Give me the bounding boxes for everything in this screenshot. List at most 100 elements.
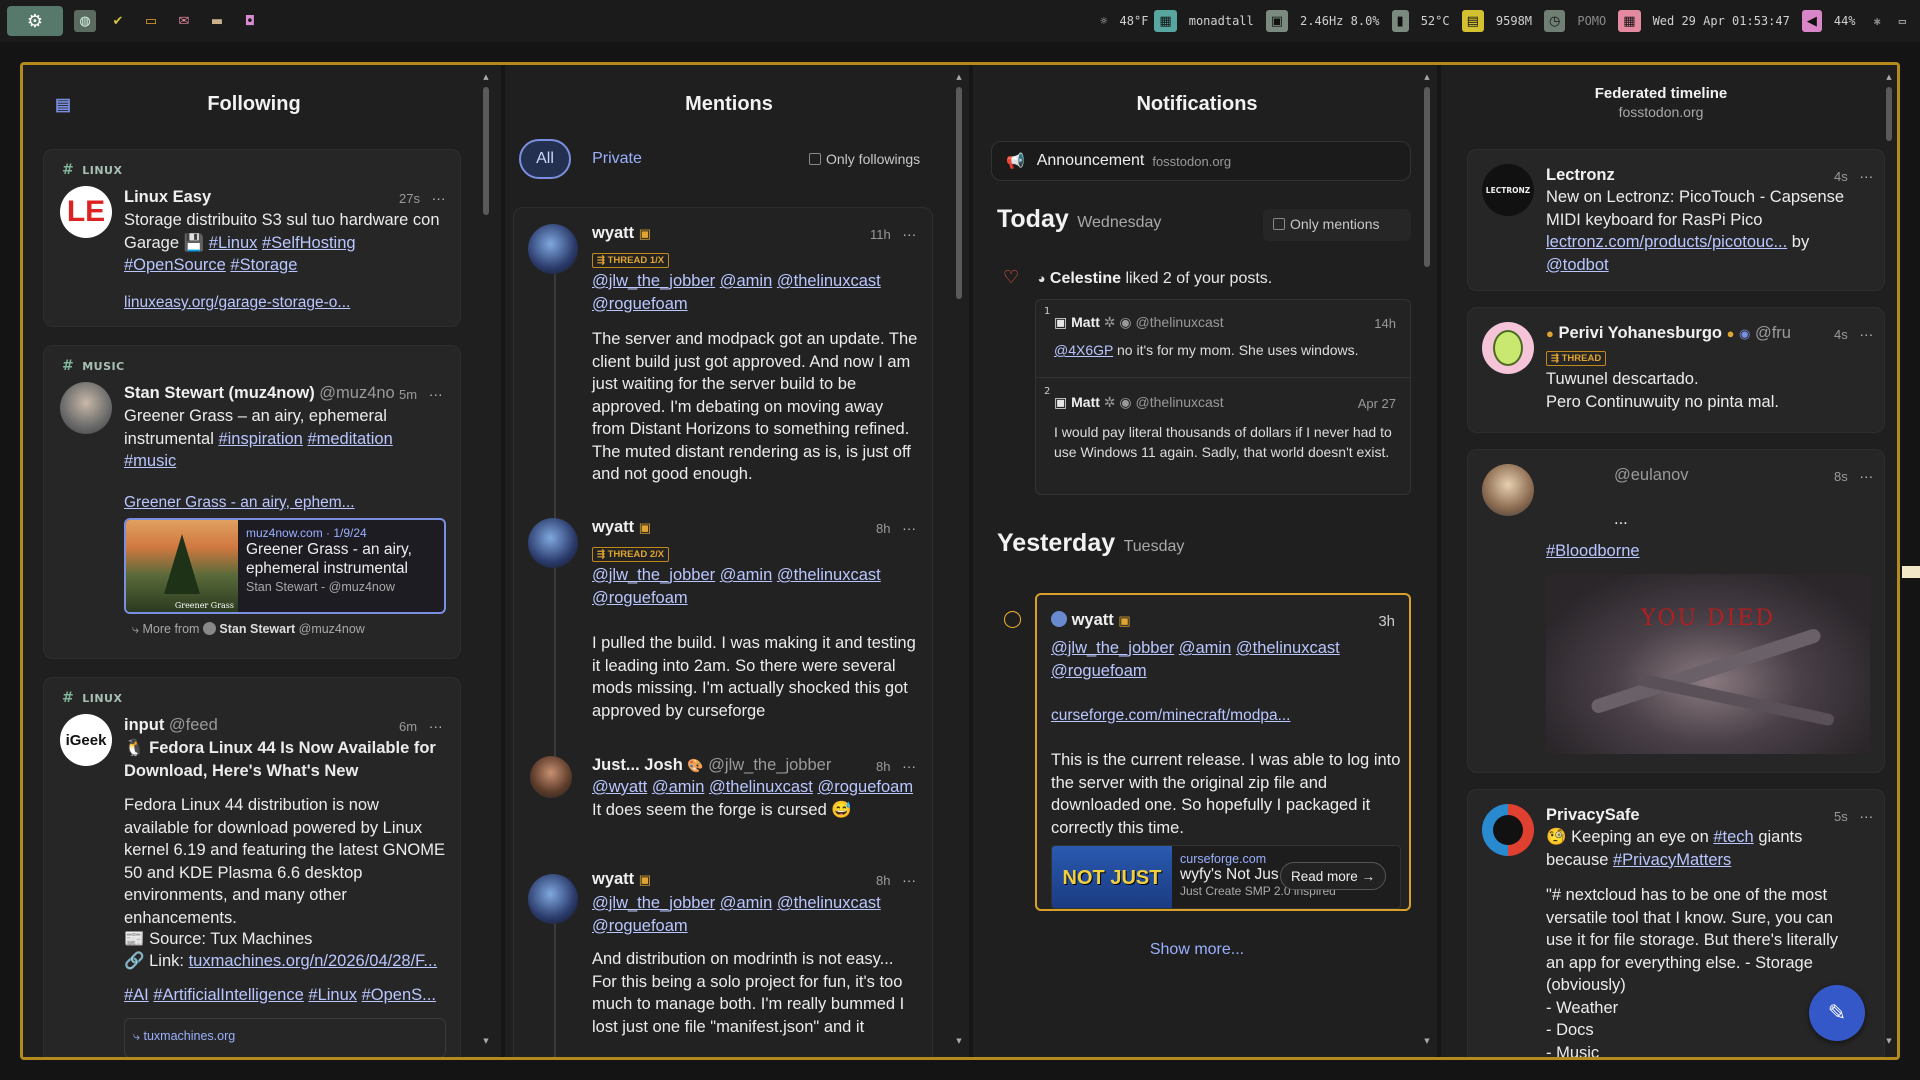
hashtag-link[interactable]: #Linux (308, 986, 357, 1004)
hashtag-link[interactable]: #AI (124, 986, 149, 1004)
mention-link[interactable]: @roguefoam (592, 917, 688, 935)
more-options-icon[interactable]: ··· (1859, 168, 1873, 184)
mention-link[interactable]: @thelinuxcast (1236, 639, 1340, 657)
only-followings-checkbox[interactable]: Only followings (809, 151, 920, 167)
mention-link[interactable]: @jlw_the_jobber (592, 566, 715, 584)
post-link[interactable]: tuxmachines.org/n/2026/04/28/F... (189, 952, 438, 970)
more-options-icon[interactable]: ··· (1859, 808, 1873, 824)
folder-icon[interactable]: ▬ (206, 10, 228, 32)
only-mentions-checkbox[interactable]: Only mentions (1263, 209, 1411, 241)
mention-link[interactable]: @jlw_the_jobber (1051, 639, 1174, 657)
avatar[interactable]: LECTRONZ (1482, 164, 1534, 216)
timer-icon[interactable]: ◷ (1544, 10, 1566, 32)
avatar[interactable] (528, 224, 578, 274)
more-options-icon[interactable]: ··· (429, 718, 443, 734)
post-card[interactable]: # LINUX LE Linux Easy 27s ··· Storage di… (43, 149, 461, 327)
tray-icon[interactable]: ▭ (1893, 14, 1912, 28)
liked-post[interactable]: 1 ▣ Matt ✲ ◉ @thelinuxcast 14h @4X6GP no… (1036, 300, 1410, 378)
avatar[interactable] (1482, 804, 1534, 856)
scrollbar[interactable]: ▲ ▼ (482, 73, 490, 1049)
avatar[interactable] (528, 874, 578, 924)
show-more-button[interactable]: Show more... (973, 941, 1421, 959)
mention-link[interactable]: @amin (1179, 639, 1232, 657)
pomo-label[interactable]: POMO (1571, 14, 1612, 28)
hashtag-link[interactable]: #OpenS... (362, 986, 436, 1004)
post-image[interactable]: YOU DIED (1546, 574, 1870, 754)
avatar[interactable] (1482, 322, 1534, 374)
hashtag-link[interactable]: #music (124, 452, 176, 470)
avatar[interactable] (1482, 464, 1534, 516)
more-options-icon[interactable]: ··· (902, 520, 916, 536)
thread-badge[interactable]: ⇶ THREAD 1/X (592, 253, 670, 268)
hashtag-link[interactable]: #Bloodborne (1546, 542, 1640, 560)
post-card[interactable]: # MUSIC Stan Stewart (muz4now) @muz4no 5… (43, 345, 461, 659)
hashtag-link[interactable]: #Linux (209, 234, 258, 252)
author-name[interactable]: wyatt (592, 224, 634, 242)
hashtag-link[interactable]: #SelfHosting (262, 234, 356, 252)
more-options-icon[interactable]: ··· (902, 758, 916, 774)
post-link[interactable]: curseforge.com/minecraft/modpa... (1051, 707, 1291, 724)
hashtag-link[interactable]: #ArtificialIntelligence (153, 986, 303, 1004)
tab-private[interactable]: Private (581, 139, 653, 179)
like-notification[interactable]: ♡ ◕ Celestine liked 2 of your posts. (1003, 267, 1272, 288)
mention-link[interactable]: @jlw_the_jobber (592, 894, 715, 912)
author-name[interactable]: Lectronz (1546, 166, 1615, 184)
mention-link[interactable]: @roguefoam (592, 589, 688, 607)
post-link[interactable]: lectronz.com/products/picotouc... (1546, 233, 1787, 251)
browser-icon[interactable]: ◍ (74, 10, 96, 32)
launcher-gear-icon[interactable]: ⚙ (7, 6, 63, 36)
more-options-icon[interactable]: ··· (902, 872, 916, 888)
hashtag-link[interactable]: #Storage (230, 256, 297, 274)
author-handle[interactable]: @muz4no (319, 384, 394, 402)
post-tag[interactable]: # LINUX (62, 162, 122, 178)
mention-link[interactable]: @thelinuxcast (777, 272, 881, 290)
more-options-icon[interactable]: ··· (1859, 326, 1873, 342)
compose-pen-icon[interactable]: ✎ (1809, 985, 1865, 1041)
post-card[interactable]: # LINUX iGeek input @feed 6m ··· 🐧 Fedor… (43, 677, 461, 1057)
thread-badge[interactable]: ⇶ THREAD (1546, 351, 1607, 366)
avatar[interactable] (528, 518, 578, 568)
hashtag-link[interactable]: #meditation (307, 430, 392, 448)
sidebar-toggle-icon[interactable]: ▤ (55, 95, 71, 115)
checkbox-icon[interactable] (809, 153, 821, 165)
author-handle[interactable]: @eulanov (1614, 466, 1689, 484)
mention-link[interactable]: @amin (720, 894, 773, 912)
author-name[interactable]: Just... Josh (592, 756, 683, 774)
author-handle[interactable]: @feed (169, 716, 218, 734)
terminal-icon[interactable]: ▭ (140, 10, 162, 32)
author-name[interactable]: Perivi Yohanesburgo (1558, 324, 1722, 342)
mention-link[interactable]: @roguefoam (592, 295, 688, 313)
mention-link[interactable]: @wyatt (592, 778, 647, 796)
more-options-icon[interactable]: ··· (432, 190, 446, 206)
mention-link[interactable]: @jlw_the_jobber (592, 272, 715, 290)
mention-link[interactable]: @amin (720, 272, 773, 290)
author-name[interactable]: input (124, 716, 164, 734)
mention-link[interactable]: @roguefoam (817, 778, 913, 796)
hashtag-link[interactable]: #tech (1713, 828, 1753, 846)
author-name[interactable]: Stan Stewart (muz4now) (124, 384, 315, 402)
scrollbar[interactable]: ▲ ▼ (955, 73, 963, 1049)
mention-link[interactable]: @amin (652, 778, 705, 796)
checklist-icon[interactable]: ✔ (107, 10, 129, 32)
scrollbar[interactable]: ▲ ▼ (1885, 73, 1893, 1049)
avatar[interactable] (530, 756, 572, 798)
mail-icon[interactable]: ✉ (173, 10, 195, 32)
tab-all[interactable]: All (519, 139, 571, 179)
read-more-button[interactable]: Read more → (1280, 862, 1387, 890)
author-handle[interactable]: @fru (1755, 324, 1791, 342)
bluetooth-icon[interactable]: ✱ (1868, 14, 1887, 28)
author-name[interactable]: wyatt (592, 518, 634, 536)
mention-link[interactable]: @4X6GP (1054, 342, 1113, 358)
avatar[interactable] (60, 382, 112, 434)
mention-link[interactable]: @thelinuxcast (777, 894, 881, 912)
liked-post[interactable]: 2 ▣ Matt ✲ ◉ @thelinuxcast Apr 27 I woul… (1036, 380, 1410, 494)
author-name[interactable]: Linux Easy (124, 188, 211, 206)
post-card[interactable]: ● Perivi Yohanesburgo ● ◉ @fru 4s ··· ⇶ … (1467, 307, 1885, 433)
author-name[interactable]: wyatt (1072, 611, 1114, 629)
mention-link[interactable]: @todbot (1546, 256, 1609, 274)
author-handle[interactable]: @jlw_the_jobber (708, 756, 831, 774)
calendar-icon[interactable]: ▦ (1618, 10, 1641, 32)
post-link[interactable]: Greener Grass - an airy, ephem... (124, 494, 355, 511)
more-from-link[interactable]: ⤷ More from Stan Stewart @muz4now (132, 622, 365, 637)
link-preview-card[interactable]: Greener Grass muz4now.com · 1/9/24 Green… (124, 518, 446, 614)
